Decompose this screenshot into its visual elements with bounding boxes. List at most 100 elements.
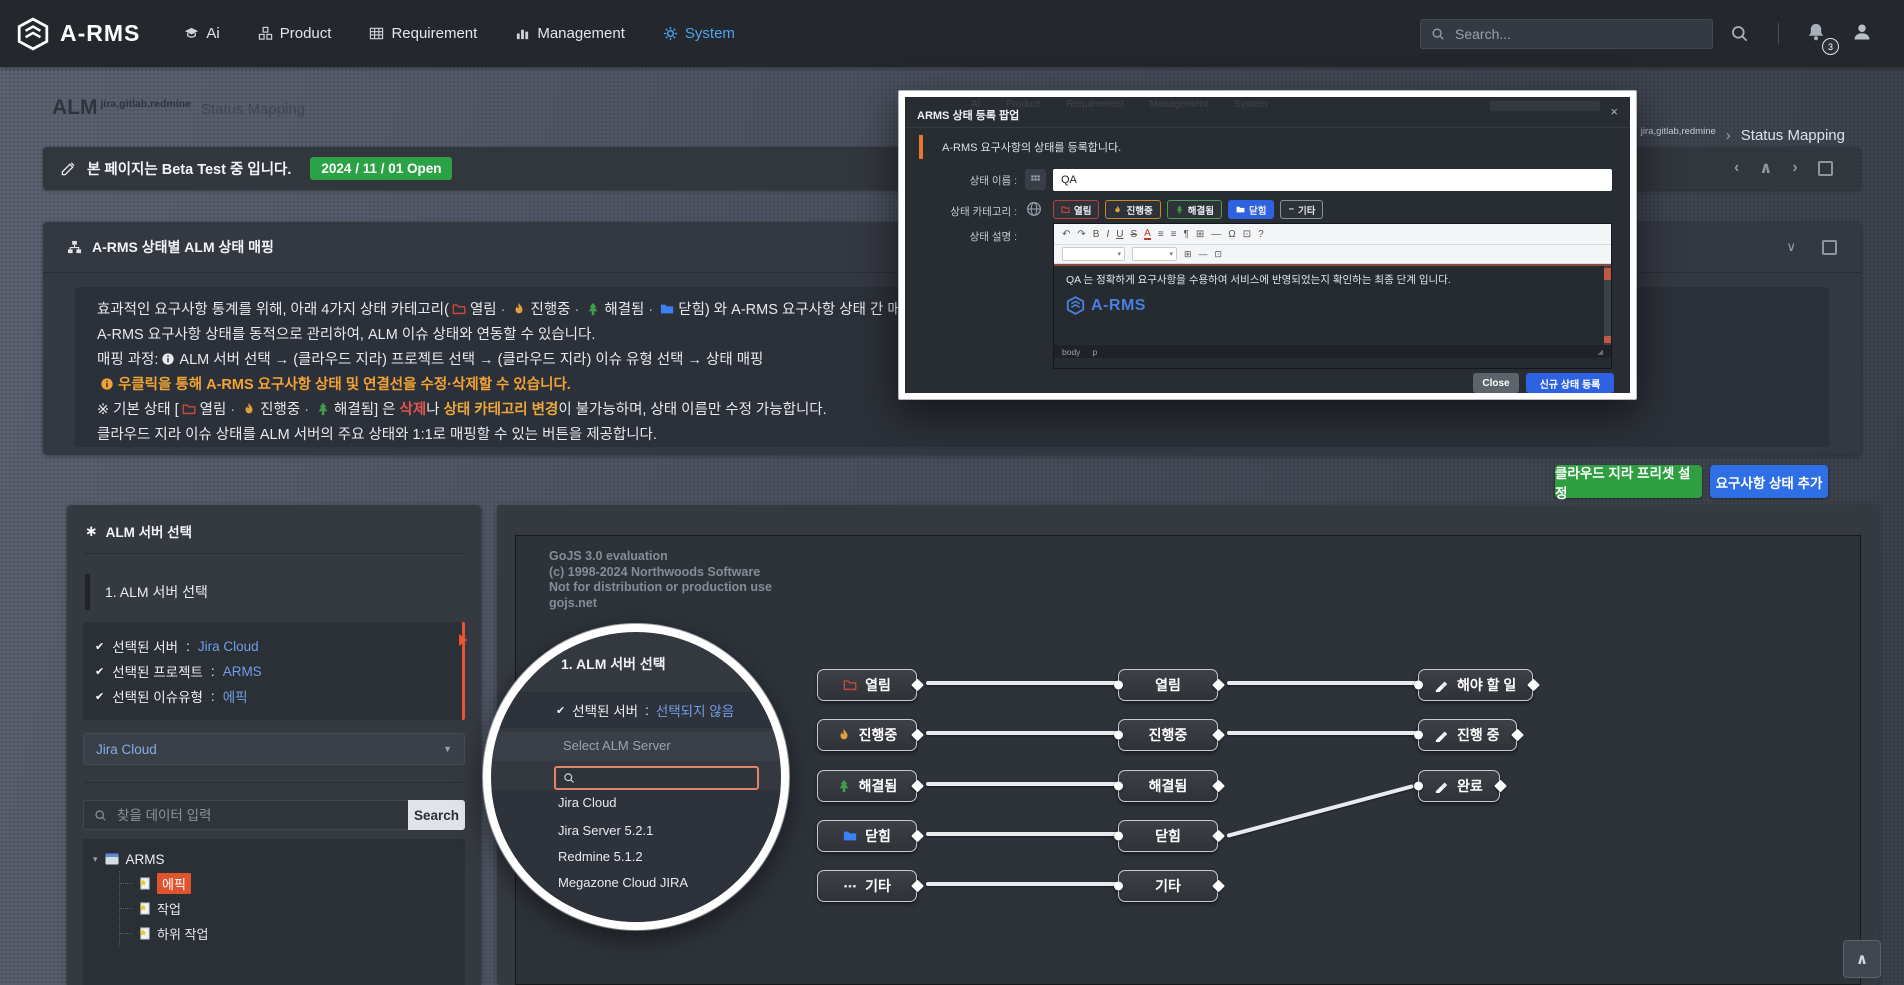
grid-icon-button[interactable] <box>1025 169 1046 190</box>
menu-item-requirement[interactable]: Requirement <box>369 25 477 42</box>
add-status-button[interactable]: 요구사항 상태 추가 <box>1710 465 1828 498</box>
arms-status-node[interactable]: 기타 <box>1118 870 1218 902</box>
strikethrough-icon[interactable]: S <box>1130 229 1137 240</box>
notification-badge[interactable]: 3 <box>1822 38 1839 55</box>
menu-item-product[interactable]: Product <box>258 25 332 42</box>
paragraph-icon[interactable]: ¶ <box>1184 229 1189 240</box>
jira-status-node[interactable]: 완료 <box>1418 770 1500 802</box>
link-port-diamond[interactable] <box>1212 729 1225 742</box>
brand-logo[interactable]: A-RMS <box>16 17 140 51</box>
editor-toolbar-row2[interactable]: ▾ ▾ ⊞ — ⊡ <box>1054 245 1611 264</box>
chevron-down-icon[interactable]: ∨ <box>1786 239 1796 255</box>
font-color-icon[interactable]: A <box>1144 229 1151 240</box>
expand-icon[interactable] <box>1822 240 1837 255</box>
lens-search-input[interactable] <box>581 770 750 786</box>
lens-option-megazone[interactable]: Megazone Cloud JIRA <box>558 870 688 895</box>
next-icon[interactable]: › <box>1792 159 1797 177</box>
link-port-circle[interactable] <box>1114 731 1123 740</box>
menu-item-management[interactable]: Management <box>515 25 625 42</box>
collapse-up-icon[interactable]: ∧ <box>1759 158 1772 178</box>
hr-icon[interactable]: — <box>1199 249 1208 259</box>
mapping-link[interactable] <box>1227 731 1417 735</box>
category-node-resolved[interactable]: 해결됨 <box>817 770 917 802</box>
tree-expander-icon[interactable]: ▾ <box>93 854 98 865</box>
underline-icon[interactable]: U <box>1116 229 1123 240</box>
tree-search-button[interactable]: Search <box>408 800 465 830</box>
close-icon[interactable]: × <box>1610 104 1618 119</box>
redo-icon[interactable]: ↷ <box>1077 229 1085 240</box>
category-node-other[interactable]: 기타 <box>817 870 917 902</box>
list-icon[interactable]: ≡ <box>1158 229 1164 240</box>
symbol-icon[interactable]: Ω <box>1228 229 1235 240</box>
category-node-progress[interactable]: 진행중 <box>817 719 917 751</box>
chip-other[interactable]: −기타 <box>1280 200 1323 219</box>
jira-status-node[interactable]: 해야 할 일 <box>1418 669 1533 701</box>
link-port-circle[interactable] <box>1114 882 1123 891</box>
hr-icon[interactable]: — <box>1211 229 1221 240</box>
editor-scrollbar[interactable] <box>1604 266 1611 345</box>
server-dropdown[interactable]: Jira Cloud ▼ <box>83 733 465 765</box>
tree-item-subtask[interactable]: 하위 작업 <box>120 921 455 946</box>
notifications-icon[interactable] <box>1806 22 1826 42</box>
category-node-closed[interactable]: 닫힘 <box>817 820 917 852</box>
arms-status-node[interactable]: 진행중 <box>1118 719 1218 751</box>
menu-item-system[interactable]: System <box>663 25 735 42</box>
tree-item-task[interactable]: 작업 <box>120 896 455 921</box>
statusbar-p-tag[interactable]: p <box>1092 347 1097 357</box>
table-icon[interactable]: ⊞ <box>1196 229 1204 240</box>
italic-icon[interactable]: I <box>1106 229 1109 240</box>
undo-icon[interactable]: ↶ <box>1062 229 1070 240</box>
bold-icon[interactable]: B <box>1093 229 1100 240</box>
chip-progress[interactable]: 진행중 <box>1105 200 1160 219</box>
editor-toolbar-row1[interactable]: ↶ ↷ B I U S A ≡ ≡ ¶ ⊞ — Ω ⊡ ? <box>1054 224 1611 245</box>
modal-submit-button[interactable]: 신규 상태 등록 <box>1526 373 1614 393</box>
mapping-link[interactable] <box>926 832 1118 836</box>
link-port-diamond[interactable] <box>1527 679 1540 692</box>
link-port-diamond[interactable] <box>1511 729 1524 742</box>
jira-status-node[interactable]: 진행 중 <box>1418 719 1517 751</box>
tree-root-arms[interactable]: ▾ ARMS <box>93 847 455 871</box>
search-button-icon[interactable] <box>1730 24 1749 43</box>
editor-content[interactable]: QA 는 정확하게 요구사항을 수용하여 서비스에 반영되었는지 확인하는 최종… <box>1054 264 1611 345</box>
lens-select-placeholder[interactable]: Select ALM Server <box>563 738 671 753</box>
chip-open[interactable]: 열림 <box>1053 200 1099 219</box>
link-port-diamond[interactable] <box>911 729 924 742</box>
fullscreen-icon[interactable] <box>1818 161 1833 176</box>
link-port-diamond[interactable] <box>1212 780 1225 793</box>
prev-icon[interactable]: ‹ <box>1734 159 1739 177</box>
link-port-circle[interactable] <box>1114 782 1123 791</box>
jira-preset-button[interactable]: 클라우드 지라 프리셋 설정 <box>1555 465 1702 498</box>
mapping-link[interactable] <box>1227 681 1417 685</box>
link-port-diamond[interactable] <box>911 880 924 893</box>
link-port-diamond[interactable] <box>1494 780 1507 793</box>
arms-status-node[interactable]: 열림 <box>1118 669 1218 701</box>
link-port-circle[interactable] <box>1414 782 1423 791</box>
link-port-circle[interactable] <box>1414 681 1423 690</box>
scroll-to-top-button[interactable]: ∧ <box>1843 940 1881 978</box>
statusbar-body-tag[interactable]: body <box>1062 347 1080 357</box>
search-input[interactable] <box>1453 25 1702 43</box>
mapping-link[interactable] <box>926 782 1118 786</box>
link-port-diamond[interactable] <box>911 679 924 692</box>
resize-grip-icon[interactable]: ◢ <box>1598 348 1603 356</box>
tree-search-input[interactable] <box>115 807 398 824</box>
lens-option-redmine[interactable]: Redmine 5.1.2 <box>558 844 643 869</box>
menu-item-ai[interactable]: Ai <box>184 25 219 42</box>
fullscreen-icon[interactable]: ⊡ <box>1243 229 1251 240</box>
table-icon[interactable]: ⊞ <box>1184 249 1192 260</box>
link-port-diamond[interactable] <box>1212 830 1225 843</box>
mapping-link-diagonal[interactable] <box>1226 784 1413 838</box>
lens-option-jira-cloud[interactable]: Jira Cloud <box>558 790 617 815</box>
arms-status-node[interactable]: 닫힘 <box>1118 820 1218 852</box>
mapping-link[interactable] <box>926 731 1118 735</box>
mapping-link[interactable] <box>926 882 1118 886</box>
link-port-circle[interactable] <box>1114 832 1123 841</box>
help-icon[interactable]: ? <box>1258 229 1264 240</box>
link-port-diamond[interactable] <box>911 830 924 843</box>
modal-close-button[interactable]: Close <box>1473 373 1519 393</box>
code-icon[interactable]: ⊡ <box>1215 249 1223 260</box>
arms-status-node[interactable]: 해결됨 <box>1118 770 1218 802</box>
link-port-diamond[interactable] <box>1212 679 1225 692</box>
chip-closed-selected[interactable]: 닫힘 <box>1228 200 1274 219</box>
category-node-open[interactable]: 열림 <box>817 669 917 701</box>
